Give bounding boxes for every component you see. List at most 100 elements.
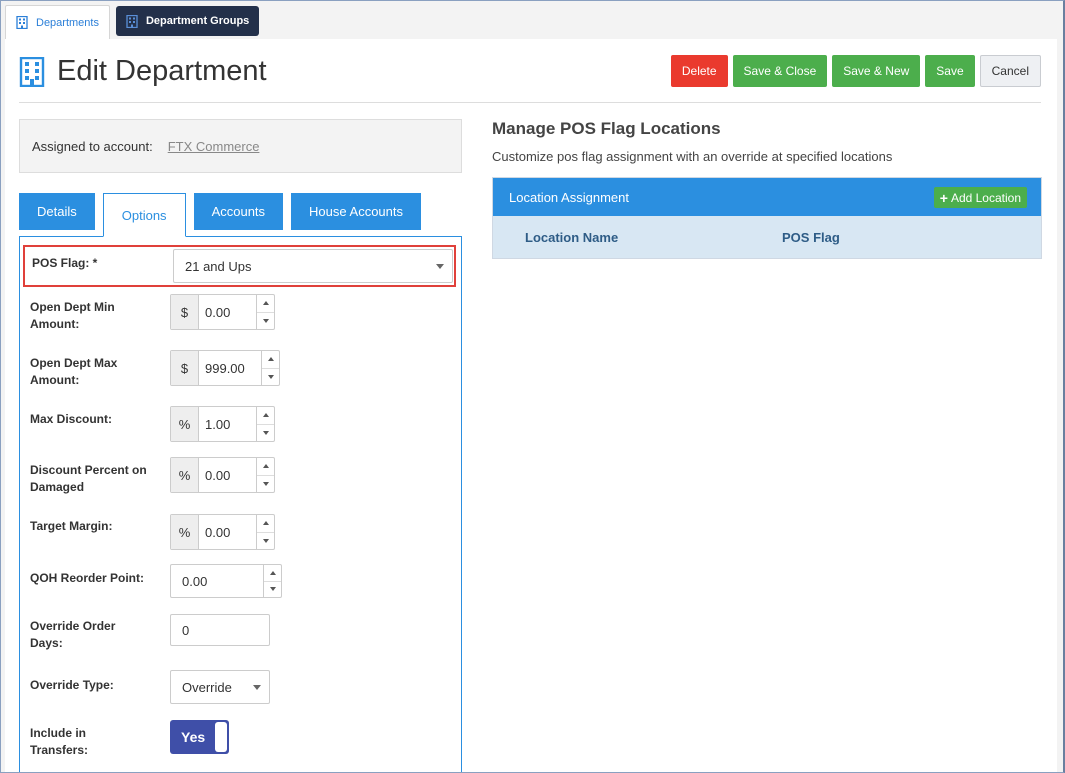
target-margin-input[interactable]: % 0.00 (170, 514, 275, 550)
discount-damaged-stepper[interactable] (256, 458, 274, 492)
decrement-icon[interactable] (257, 313, 274, 330)
account-link[interactable]: FTX Commerce (168, 139, 260, 154)
location-assignment-header: Location Assignment + Add Location (493, 178, 1041, 216)
tab-accounts[interactable]: Accounts (193, 193, 284, 230)
qoh-reorder-label: QOH Reorder Point: (30, 571, 145, 585)
decrement-icon[interactable] (264, 582, 281, 598)
building-icon (126, 14, 138, 28)
percent-addon: % (171, 407, 199, 441)
top-tabs: Departments Department Groups (5, 5, 260, 39)
open-max-label: Open Dept Max Amount: (30, 356, 118, 387)
percent-addon: % (171, 515, 199, 549)
discount-damaged-input[interactable]: % 0.00 (170, 457, 275, 493)
override-type-row: Override Type: (30, 677, 172, 694)
target-margin-value: 0.00 (205, 524, 231, 540)
department-tabs: Details Options Accounts House Accounts (19, 193, 421, 237)
tab-options[interactable]: Options (102, 193, 186, 237)
cancel-button[interactable]: Cancel (979, 55, 1041, 87)
options-panel: POS Flag: * 21 and Ups Open Dept Min Amo… (19, 236, 462, 772)
override-days-label: Override Order Days: (30, 619, 116, 650)
override-type-select[interactable]: Override (170, 670, 270, 704)
open-min-stepper[interactable] (256, 295, 274, 329)
plus-icon: + (939, 189, 948, 206)
building-icon (16, 16, 28, 29)
open-min-label: Open Dept Min Amount: (30, 300, 115, 331)
decrement-icon[interactable] (257, 425, 274, 442)
discount-damaged-row: Discount Percent on Damaged (30, 462, 155, 496)
caret-down-icon (253, 685, 261, 690)
tab-department-groups-label: Department Groups (145, 15, 250, 27)
override-days-field[interactable]: 0 (170, 614, 270, 646)
pos-flag-row: POS Flag: * 21 and Ups (23, 245, 456, 287)
open-max-value: 999.00 (205, 360, 245, 376)
add-location-label: Add Location (950, 190, 1021, 205)
discount-damaged-value: 0.00 (205, 467, 231, 483)
app-window: Departments Department Groups Edit Depar… (0, 0, 1065, 773)
save-new-button[interactable]: Save & New (832, 55, 921, 87)
pos-locations-title: Manage POS Flag Locations (492, 119, 721, 138)
dollar-addon: $ (171, 351, 199, 385)
max-discount-stepper[interactable] (256, 407, 274, 441)
decrement-icon[interactable] (257, 533, 274, 550)
increment-icon[interactable] (257, 295, 274, 313)
override-type-value: Override (182, 679, 232, 695)
action-bar: Delete Save & Close Save & New Save Canc… (670, 55, 1041, 87)
qoh-reorder-value: 0.00 (182, 573, 208, 589)
tab-departments-label: Departments (36, 16, 99, 29)
open-max-stepper[interactable] (261, 351, 279, 385)
pos-locations-subtitle: Customize pos flag assignment with an ov… (492, 149, 893, 164)
include-transfers-toggle[interactable]: Yes (170, 720, 229, 754)
tab-house-accounts[interactable]: House Accounts (291, 193, 421, 230)
increment-icon[interactable] (257, 458, 274, 476)
add-location-button[interactable]: + Add Location (933, 187, 1027, 208)
pos-flag-value: 21 and Ups (185, 258, 252, 274)
pos-flag-select[interactable]: 21 and Ups (173, 249, 453, 283)
open-max-row: Open Dept Max Amount: (30, 355, 150, 389)
increment-icon[interactable] (257, 515, 274, 533)
max-discount-row: Max Discount: (30, 411, 172, 428)
save-close-button[interactable]: Save & Close (732, 55, 828, 87)
qoh-reorder-stepper[interactable] (263, 565, 281, 597)
assigned-account-box: Assigned to account: FTX Commerce (19, 119, 462, 173)
open-min-value: 0.00 (205, 304, 231, 320)
tab-departments[interactable]: Departments (5, 5, 110, 39)
qoh-reorder-input[interactable]: 0.00 (170, 564, 282, 598)
tab-department-groups[interactable]: Department Groups (115, 6, 260, 36)
page-title: Edit Department (57, 55, 267, 87)
pos-flag-label: POS Flag: * (32, 256, 98, 270)
percent-addon: % (171, 458, 199, 492)
target-margin-stepper[interactable] (256, 515, 274, 549)
caret-down-icon (436, 264, 444, 269)
dollar-addon: $ (171, 295, 199, 329)
save-button[interactable]: Save (925, 55, 975, 87)
column-pos-flag[interactable]: POS Flag (782, 230, 840, 245)
discount-damaged-label: Discount Percent on Damaged (30, 463, 147, 494)
include-transfers-row: Include in Transfers: (30, 725, 100, 759)
page-header: Edit Department (19, 55, 267, 88)
tab-details[interactable]: Details (19, 193, 95, 230)
assigned-label: Assigned to account: (32, 138, 153, 154)
building-icon (19, 56, 45, 87)
toggle-label: Yes (181, 729, 206, 745)
override-type-label: Override Type: (30, 678, 114, 692)
open-min-input[interactable]: $ 0.00 (170, 294, 275, 330)
location-table-columns: Location Name POS Flag (493, 216, 1041, 258)
qoh-reorder-row: QOH Reorder Point: (30, 570, 172, 587)
open-min-row: Open Dept Min Amount: (30, 299, 150, 333)
edit-department-page: Edit Department Delete Save & Close Save… (5, 39, 1057, 772)
increment-icon[interactable] (264, 565, 281, 582)
delete-button[interactable]: Delete (670, 55, 728, 87)
decrement-icon[interactable] (262, 369, 279, 386)
override-days-row: Override Order Days: (30, 618, 120, 652)
column-location-name[interactable]: Location Name (525, 230, 782, 245)
max-discount-value: 1.00 (205, 416, 231, 432)
increment-icon[interactable] (257, 407, 274, 425)
location-assignment-table: Location Assignment + Add Location Locat… (492, 177, 1042, 259)
increment-icon[interactable] (262, 351, 279, 369)
max-discount-input[interactable]: % 1.00 (170, 406, 275, 442)
open-max-input[interactable]: $ 999.00 (170, 350, 280, 386)
decrement-icon[interactable] (257, 476, 274, 493)
include-transfers-label: Include in Transfers: (30, 726, 89, 757)
location-assignment-title: Location Assignment (509, 189, 629, 205)
target-margin-label: Target Margin: (30, 519, 113, 533)
